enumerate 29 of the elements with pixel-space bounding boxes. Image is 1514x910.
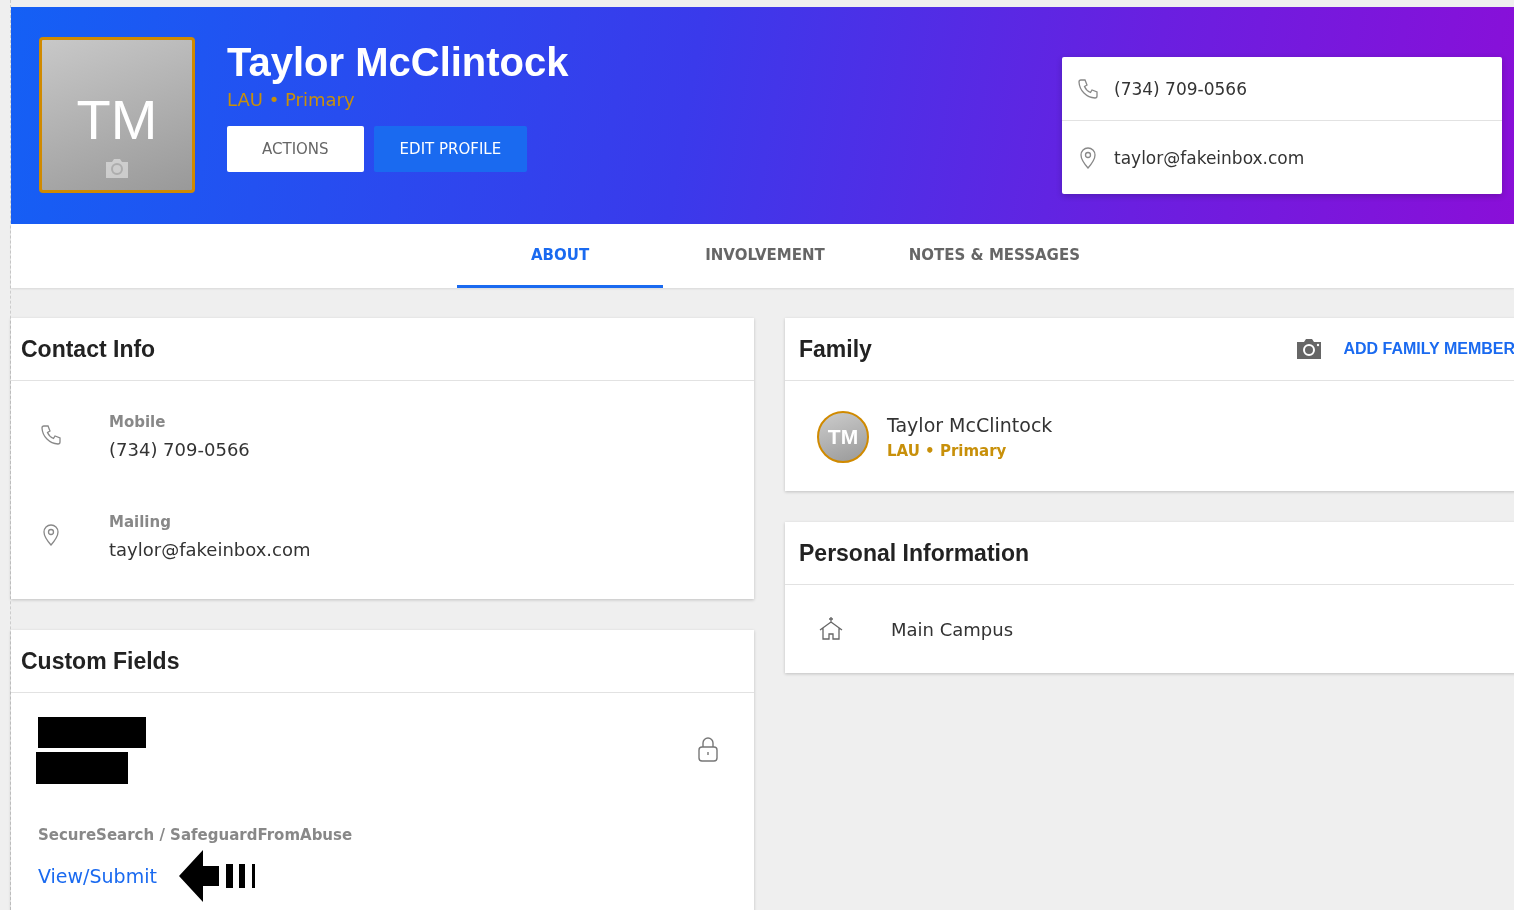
camera-icon[interactable] xyxy=(1295,337,1324,361)
profile-subtitle: LAU • Primary xyxy=(227,89,356,110)
field-label: SecureSearch / SafeguardFromAbuse xyxy=(38,826,354,844)
field-value: taylor@fakeinbox.com xyxy=(109,539,311,560)
edit-profile-button[interactable]: EDIT PROFILE xyxy=(373,126,528,172)
card-title: Custom Fields xyxy=(21,647,180,675)
tab[interactable]: NOTES & MESSAGES xyxy=(866,224,1122,288)
tab[interactable]: INVOLVEMENT xyxy=(663,224,867,288)
card-title: Family xyxy=(799,335,872,363)
phone-icon xyxy=(39,423,63,447)
card-title: Contact Info xyxy=(21,335,156,363)
member-subtitle: LAU • Primary xyxy=(887,442,1008,460)
view-submit-link[interactable]: View/Submit xyxy=(38,865,157,887)
field-value: (734) 709-0566 xyxy=(109,439,250,460)
card-title: Personal Information xyxy=(799,539,1030,567)
actions-button[interactable]: ACTIONS xyxy=(227,126,364,172)
camera-icon xyxy=(103,156,131,180)
field-label: Mailing xyxy=(109,513,172,531)
member-name[interactable]: Taylor McClintock xyxy=(887,414,1053,436)
field-value: Main Campus xyxy=(891,618,1014,640)
profile-name: Taylor McClintock xyxy=(227,40,569,85)
lock-icon xyxy=(697,735,719,763)
add-family-member-button[interactable]: ADD FAMILY MEMBER xyxy=(1343,340,1514,358)
church-icon xyxy=(817,615,845,643)
contact-summary-text: (734) 709-0566 xyxy=(1114,78,1247,99)
contact-summary-text: taylor@fakeinbox.com xyxy=(1114,147,1305,168)
phone-icon xyxy=(1076,76,1100,101)
tab[interactable]: ABOUT xyxy=(457,224,664,288)
field-label: Mobile xyxy=(109,413,167,431)
